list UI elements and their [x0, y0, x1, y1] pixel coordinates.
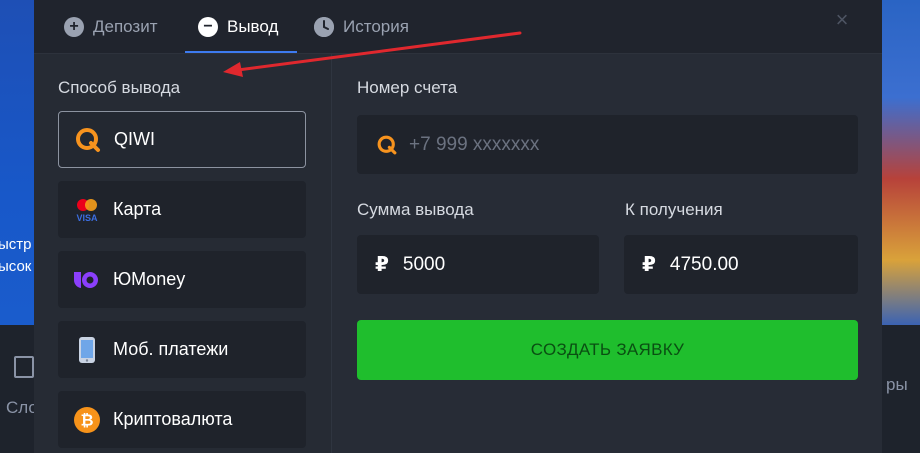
method-section-label: Способ вывода	[58, 78, 181, 97]
withdraw-methods-panel: Способ вывода QIWI VISA Карта ЮMoney Моб…	[34, 54, 332, 453]
account-placeholder: +7 999 xxxxxxx	[409, 133, 540, 155]
slots-icon	[14, 356, 34, 378]
ruble-icon: ₽	[375, 254, 389, 276]
method-qiwi[interactable]: QIWI	[58, 111, 306, 168]
svg-text:VISA: VISA	[76, 213, 98, 223]
background-text: ыстр	[0, 236, 32, 253]
method-label: Карта	[113, 199, 162, 219]
method-label: Моб. платежи	[113, 339, 229, 359]
yoomoney-icon	[72, 265, 102, 295]
amount-label: Сумма вывода	[357, 200, 474, 219]
amount-value: 5000	[402, 253, 446, 275]
background-text: ысок	[0, 258, 32, 275]
method-mobile[interactable]: Моб. платежи	[58, 321, 306, 378]
method-label: Криптовалюта	[113, 409, 233, 429]
receive-value: 4750.00	[669, 253, 739, 275]
clock-icon	[314, 17, 334, 37]
method-card[interactable]: VISA Карта	[58, 181, 306, 238]
close-icon[interactable]: ×	[832, 9, 852, 31]
account-label: Номер счета	[357, 78, 458, 97]
tab-withdraw[interactable]: − Вывод	[198, 0, 278, 54]
tab-deposit[interactable]: + Депозит	[64, 0, 158, 54]
mastercard-visa-icon: VISA	[72, 195, 102, 225]
tab-label: Вывод	[227, 17, 279, 36]
method-label: ЮMoney	[113, 269, 186, 289]
method-label: QIWI	[114, 129, 155, 149]
qiwi-icon	[73, 125, 103, 155]
account-number-field[interactable]: +7 999 xxxxxxx	[357, 115, 858, 174]
plus-circle-icon: +	[64, 17, 84, 37]
svg-text:₿: ₿	[80, 410, 93, 429]
method-yoomoney[interactable]: ЮMoney	[58, 251, 306, 308]
background-nav-item[interactable]: ры	[886, 375, 908, 395]
background-banner-right	[882, 0, 920, 325]
bitcoin-icon: ₿	[72, 405, 102, 435]
tab-bar: + Депозит − Вывод История ×	[34, 0, 882, 54]
minus-circle-icon: −	[198, 17, 218, 37]
tab-label: История	[343, 17, 409, 36]
receive-amount-field: ₽ 4750.00	[624, 235, 858, 294]
amount-input[interactable]: ₽ 5000	[357, 235, 599, 294]
qiwi-icon	[375, 133, 399, 157]
receive-label: К получения	[625, 200, 723, 219]
active-tab-indicator	[185, 51, 297, 53]
ruble-icon: ₽	[642, 254, 656, 276]
method-crypto[interactable]: ₿ Криптовалюта	[58, 391, 306, 448]
background-banner-left	[0, 0, 34, 325]
tab-label: Депозит	[93, 17, 158, 36]
cashier-modal: + Депозит − Вывод История × Способ вывод…	[34, 0, 882, 453]
create-request-button[interactable]: СОЗДАТЬ ЗАЯВКУ	[357, 320, 858, 380]
tab-history[interactable]: История	[314, 0, 409, 54]
mobile-phone-icon	[72, 335, 102, 365]
